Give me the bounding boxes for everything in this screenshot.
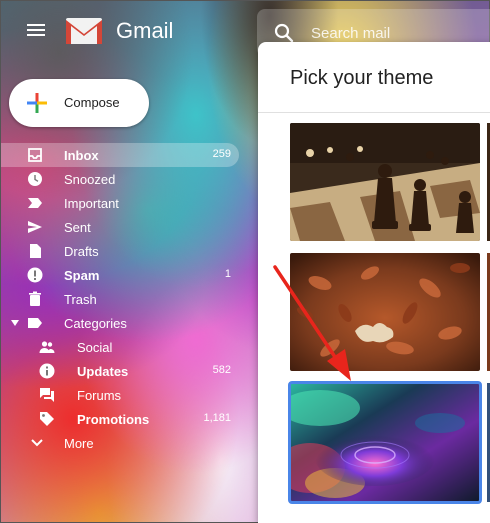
dialog-divider [258,112,490,113]
draft-icon [30,244,41,258]
caret-down-icon[interactable] [11,319,19,327]
plus-icon [27,93,47,113]
sidebar-item-sent[interactable]: Sent [1,215,239,239]
gmail-logo-icon [66,18,102,44]
sidebar-nav: Inbox 259 Snoozed Important Sent Drafts … [1,143,247,455]
sidebar-item-important[interactable]: Important [1,191,239,215]
sidebar-item-inbox[interactable]: Inbox 259 [1,143,239,167]
sidebar-item-updates[interactable]: Updates 582 [1,359,239,383]
app-title: Gmail [116,18,174,43]
trash-icon [29,291,41,306]
theme-thumbnail-water-droplet[interactable] [288,381,482,504]
people-icon [39,341,55,353]
inbox-icon [28,148,42,162]
theme-dialog: Pick your theme [258,42,490,523]
chevron-down-icon [31,439,43,447]
sidebar-item-more[interactable]: More [1,431,239,455]
compose-button[interactable]: Compose [9,79,149,127]
important-icon [28,198,42,208]
dialog-title: Pick your theme [290,67,434,89]
label-icon [28,318,42,328]
clock-icon [28,172,42,186]
main-menu-icon[interactable] [23,21,49,43]
sidebar-item-forums[interactable]: Forums [1,383,239,407]
search-icon[interactable] [273,22,295,44]
compose-label: Compose [64,95,120,110]
sidebar-item-trash[interactable]: Trash [1,287,239,311]
sidebar-item-spam[interactable]: Spam 1 [1,263,239,287]
theme-thumbnail-chess[interactable] [290,123,480,241]
sidebar-item-social[interactable]: Social [1,335,239,359]
sidebar-item-snoozed[interactable]: Snoozed [1,167,239,191]
tag-icon [40,412,54,426]
sidebar-item-categories[interactable]: Categories [1,311,239,335]
sidebar-item-drafts[interactable]: Drafts [1,239,239,263]
forum-icon [40,388,54,402]
spam-icon [27,267,43,283]
theme-thumbnail-autumn-leaves[interactable] [290,253,480,371]
sidebar-item-promotions[interactable]: Promotions 1,181 [1,407,239,431]
info-icon [39,363,55,379]
send-icon [28,221,42,233]
